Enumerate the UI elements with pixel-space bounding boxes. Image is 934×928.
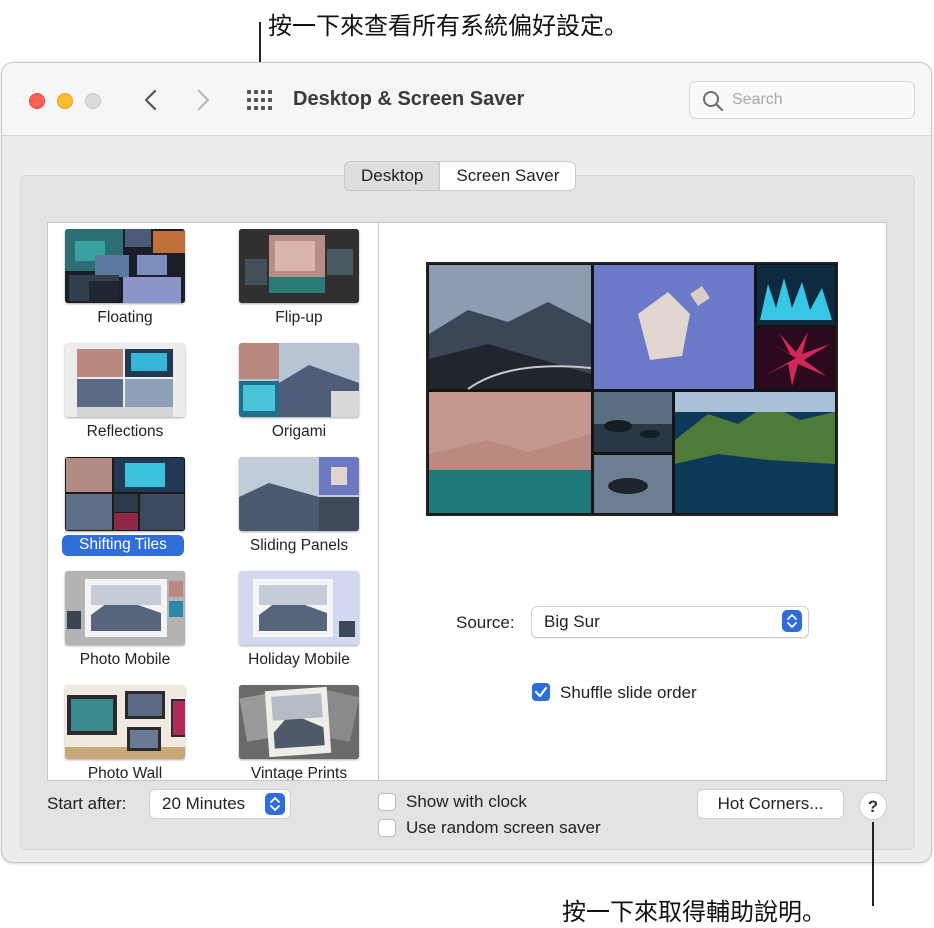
tab-desktop[interactable]: Desktop — [345, 162, 439, 190]
checkmark-icon — [534, 686, 548, 698]
screen-saver-label: Reflections — [86, 423, 164, 440]
callout-help: 按一下來取得輔助說明。 — [562, 898, 826, 926]
search-field[interactable] — [689, 81, 915, 119]
screen-saver-label: Vintage Prints — [250, 765, 348, 781]
search-icon — [703, 91, 724, 112]
screen-saver-origami[interactable]: Origami — [234, 343, 364, 453]
screen-saver-flip-up[interactable]: Flip-up — [234, 229, 364, 339]
screen-saver-vintage-prints[interactable]: Vintage Prints — [234, 685, 364, 781]
hot-corners-button[interactable]: Hot Corners... — [697, 789, 844, 819]
screen-saver-sliding-panels[interactable]: Sliding Panels — [234, 457, 364, 567]
popup-stepper-icon — [265, 793, 285, 815]
screen-saver-label: Shifting Tiles — [62, 535, 184, 556]
screen-saver-label: Photo Wall — [87, 765, 163, 781]
search-input[interactable] — [730, 88, 904, 112]
screen-saver-label: Holiday Mobile — [248, 651, 350, 668]
source-value: Big Sur — [544, 612, 600, 631]
screen-saver-label: Photo Mobile — [79, 651, 171, 668]
chevron-left-icon — [144, 89, 157, 111]
photo-mobile-thumbnail — [65, 571, 185, 645]
window-title: Desktop & Screen Saver — [293, 88, 525, 110]
screen-saver-label: Flip-up — [275, 309, 323, 326]
holiday-mobile-thumbnail — [239, 571, 359, 645]
start-after-value: 20 Minutes — [162, 794, 246, 813]
shuffle-checkbox[interactable] — [532, 683, 550, 701]
forward-button[interactable] — [190, 85, 216, 115]
screen-saver-label: Floating — [97, 309, 153, 326]
screen-saver-label: Sliding Panels — [249, 537, 349, 554]
source-label: Source: — [456, 613, 515, 632]
back-button[interactable] — [138, 85, 164, 115]
reflections-thumbnail — [65, 343, 185, 417]
shifting-tiles-thumbnail — [65, 457, 185, 531]
random-screen-saver-checkbox[interactable] — [378, 819, 396, 837]
show-clock-label: Show with clock — [406, 792, 527, 811]
callout-show-all-preferences: 按一下來查看所有系統偏好設定。 — [268, 12, 628, 40]
help-button[interactable]: ? — [859, 792, 887, 820]
tab-control: Desktop Screen Saver — [344, 161, 577, 191]
show-clock-checkbox[interactable] — [378, 793, 396, 811]
sliding-panels-thumbnail — [239, 457, 359, 531]
preferences-window: Desktop & Screen Saver Desktop Screen Sa… — [1, 62, 932, 863]
start-after-label: Start after: — [47, 794, 127, 813]
callout-line-bottom — [872, 822, 874, 906]
screen-saver-reflections[interactable]: Reflections — [60, 343, 190, 453]
screen-saver-photo-mobile[interactable]: Photo Mobile — [60, 571, 190, 681]
screen-saver-list[interactable]: Floating Flip-up Reflections Origami Shi… — [47, 222, 379, 781]
origami-thumbnail — [239, 343, 359, 417]
title-bar: Desktop & Screen Saver — [2, 63, 931, 136]
minimize-button[interactable] — [57, 93, 73, 109]
shuffle-label: Shuffle slide order — [560, 683, 697, 702]
screen-saver-photo-wall[interactable]: Photo Wall — [60, 685, 190, 781]
screen-saver-preview — [426, 262, 838, 516]
photo-wall-thumbnail — [65, 685, 185, 759]
show-all-button[interactable] — [246, 89, 274, 111]
screen-saver-shifting-tiles[interactable]: Shifting Tiles — [60, 457, 190, 567]
grid-icon — [247, 90, 272, 110]
start-after-popup[interactable]: 20 Minutes — [149, 789, 291, 819]
zoom-button[interactable] — [85, 93, 101, 109]
screen-saver-floating[interactable]: Floating — [60, 229, 190, 339]
random-screen-saver-label: Use random screen saver — [406, 818, 601, 837]
flip-up-thumbnail — [239, 229, 359, 303]
close-button[interactable] — [29, 93, 45, 109]
chevron-right-icon — [197, 89, 210, 111]
screen-saver-holiday-mobile[interactable]: Holiday Mobile — [234, 571, 364, 681]
tab-screen-saver[interactable]: Screen Saver — [439, 162, 576, 190]
screen-saver-label: Origami — [271, 423, 327, 440]
popup-stepper-icon — [782, 610, 802, 632]
vintage-prints-thumbnail — [239, 685, 359, 759]
source-popup[interactable]: Big Sur — [531, 606, 809, 638]
floating-thumbnail — [65, 229, 185, 303]
